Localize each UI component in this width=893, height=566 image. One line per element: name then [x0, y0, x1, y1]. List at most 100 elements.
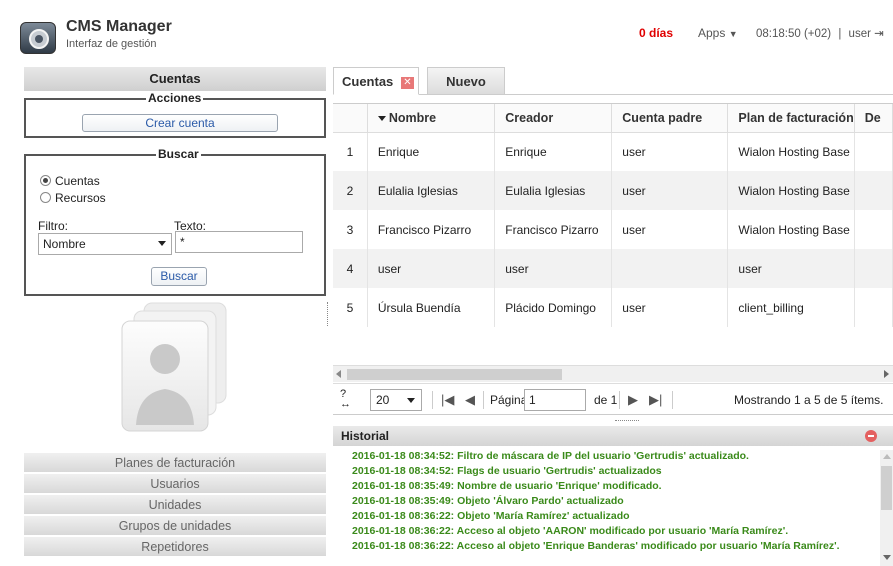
- nav-unidades[interactable]: Unidades: [24, 494, 326, 514]
- cell-creador: Francisco Pizarro: [494, 210, 613, 249]
- history-line: 2016-01-18 08:36:22: Objeto 'María Ramír…: [352, 510, 630, 522]
- tab-nuevo[interactable]: Nuevo: [427, 67, 505, 95]
- filtro-select[interactable]: Nombre: [38, 233, 172, 255]
- collapse-icon[interactable]: [865, 430, 877, 442]
- days-remaining[interactable]: 0 días: [639, 26, 673, 40]
- buscar-legend: Buscar: [156, 147, 201, 161]
- logout-icon[interactable]: ⇥: [874, 28, 884, 40]
- radio-recursos[interactable]: Recursos: [40, 191, 106, 205]
- col-cuenta-padre[interactable]: Cuenta padre: [611, 104, 729, 133]
- last-page-icon[interactable]: ▶|: [649, 392, 662, 408]
- search-button[interactable]: Buscar: [151, 267, 207, 286]
- history-line: 2016-01-18 08:36:22: Acceso al objeto 'E…: [352, 540, 840, 552]
- scroll-right-icon[interactable]: [884, 370, 889, 378]
- col-nombre[interactable]: Nombre: [367, 104, 496, 133]
- cell-creador: user: [494, 249, 613, 288]
- history-header: Historial: [333, 426, 893, 446]
- texto-input[interactable]: *: [175, 231, 303, 253]
- app-subtitle: Interfaz de gestión: [66, 38, 157, 50]
- close-icon[interactable]: ✕: [400, 77, 414, 89]
- radio-cuentas[interactable]: Cuentas: [40, 174, 100, 188]
- scrollbar-thumb[interactable]: [347, 369, 562, 380]
- cell-de: [854, 249, 893, 288]
- nav-usuarios[interactable]: Usuarios: [24, 473, 326, 493]
- left-panel-title: Cuentas: [24, 67, 326, 91]
- create-account-button[interactable]: Crear cuenta: [82, 114, 278, 132]
- vertical-scrollbar[interactable]: [880, 450, 893, 566]
- table-row[interactable]: 2 Eulalia Iglesias Eulalia Iglesias user…: [333, 171, 893, 210]
- user-menu[interactable]: user: [849, 28, 871, 40]
- cell-nombre[interactable]: Úrsula Buendía: [367, 288, 496, 327]
- cell-nombre[interactable]: Francisco Pizarro: [367, 210, 496, 249]
- panel-splitter[interactable]: [326, 67, 332, 562]
- cell-de: [854, 132, 893, 171]
- scrollbar-thumb[interactable]: [881, 466, 892, 510]
- apps-label: Apps: [698, 26, 726, 40]
- history-line: 2016-01-18 08:34:52: Flags de usuario 'G…: [352, 465, 662, 477]
- table-row[interactable]: 3 Francisco Pizarro Francisco Pizarro us…: [333, 210, 893, 249]
- col-de[interactable]: De: [854, 104, 893, 133]
- horizontal-scrollbar[interactable]: [333, 365, 893, 382]
- table-header-row: Nombre Creador Cuenta padre Plan de fact…: [333, 104, 893, 133]
- history-resize-handle[interactable]: [615, 420, 639, 424]
- cell-nombre[interactable]: Eulalia Iglesias: [367, 171, 496, 210]
- history-line: 2016-01-18 08:34:52: Filtro de máscara d…: [352, 450, 749, 462]
- cell-plan: Wialon Hosting Base: [727, 171, 855, 210]
- resize-columns-icon[interactable]: ? ↔: [340, 389, 351, 410]
- cell-creador: Plácido Domingo: [494, 288, 613, 327]
- header-status: 08:18:50 (+02) | user ⇥: [756, 26, 884, 40]
- table-row[interactable]: 4 user user user: [333, 249, 893, 288]
- app-header: CMS Manager Interfaz de gestión 0 días A…: [0, 0, 893, 66]
- account-placeholder-icon: [121, 302, 227, 432]
- history-line: 2016-01-18 08:35:49: Objeto 'Álvaro Pard…: [352, 495, 624, 507]
- next-page-icon[interactable]: ▶: [628, 392, 638, 408]
- row-index: 3: [333, 210, 368, 249]
- chevron-down-icon: [407, 398, 415, 403]
- table-row[interactable]: 1 Enrique Enrique user Wialon Hosting Ba…: [333, 132, 893, 171]
- cell-de: [854, 210, 893, 249]
- page-label: Página: [490, 393, 528, 407]
- radio-checked-icon: [40, 175, 51, 186]
- history-title: Historial: [341, 429, 390, 443]
- cell-creador: Enrique: [494, 132, 613, 171]
- page-size-select[interactable]: 20: [370, 389, 422, 411]
- col-index: [333, 104, 368, 133]
- pager: ? ↔ 20 |◀ ◀ Página 1 de 1 ▶ ▶| Mostrando …: [333, 383, 893, 415]
- nav-repetidores[interactable]: Repetidores: [24, 536, 326, 556]
- col-plan-facturacion[interactable]: Plan de facturación: [727, 104, 855, 133]
- tab-bar: Cuentas ✕ Nuevo: [333, 67, 893, 95]
- col-creador[interactable]: Creador: [494, 104, 613, 133]
- prev-page-icon[interactable]: ◀: [465, 392, 475, 408]
- clock: 08:18:50 (+02): [756, 28, 832, 40]
- left-panel: Cuentas Acciones Crear cuenta Buscar Cue…: [24, 67, 326, 562]
- cell-nombre[interactable]: Enrique: [367, 132, 496, 171]
- nav-planes-facturacion[interactable]: Planes de facturación: [24, 452, 326, 472]
- acciones-fieldset: Acciones Crear cuenta: [24, 91, 326, 138]
- nav-grupos-unidades[interactable]: Grupos de unidades: [24, 515, 326, 535]
- apps-menu[interactable]: Apps ▼: [698, 26, 738, 40]
- accounts-table: Nombre Creador Cuenta padre Plan de fact…: [333, 103, 893, 365]
- scroll-down-icon[interactable]: [883, 555, 891, 560]
- row-index: 4: [333, 249, 368, 288]
- cell-creador: Eulalia Iglesias: [494, 171, 613, 210]
- page-input[interactable]: 1: [524, 389, 586, 411]
- first-page-icon[interactable]: |◀: [441, 392, 454, 408]
- table-row[interactable]: 5 Úrsula Buendía Plácido Domingo user cl…: [333, 288, 893, 327]
- page-size-value: 20: [376, 393, 390, 407]
- cell-plan: Wialon Hosting Base: [727, 132, 855, 171]
- cell-nombre[interactable]: user: [367, 249, 496, 288]
- filtro-select-value: Nombre: [43, 237, 86, 251]
- chevron-down-icon: [158, 241, 166, 246]
- cell-plan: user: [727, 249, 855, 288]
- cell-de: [854, 171, 893, 210]
- scroll-left-icon[interactable]: [336, 370, 341, 378]
- history-line: 2016-01-18 08:35:49: Nombre de usuario '…: [352, 480, 662, 492]
- page-of: de 1: [594, 393, 618, 407]
- history-log: 2016-01-18 08:34:52: Filtro de máscara d…: [333, 447, 893, 566]
- row-index: 1: [333, 132, 368, 171]
- sort-desc-icon: [377, 115, 386, 121]
- chevron-down-icon: ▼: [728, 29, 738, 39]
- scroll-up-icon[interactable]: [883, 454, 891, 459]
- tab-cuentas[interactable]: Cuentas ✕: [333, 67, 419, 95]
- app-logo-icon: [20, 22, 56, 54]
